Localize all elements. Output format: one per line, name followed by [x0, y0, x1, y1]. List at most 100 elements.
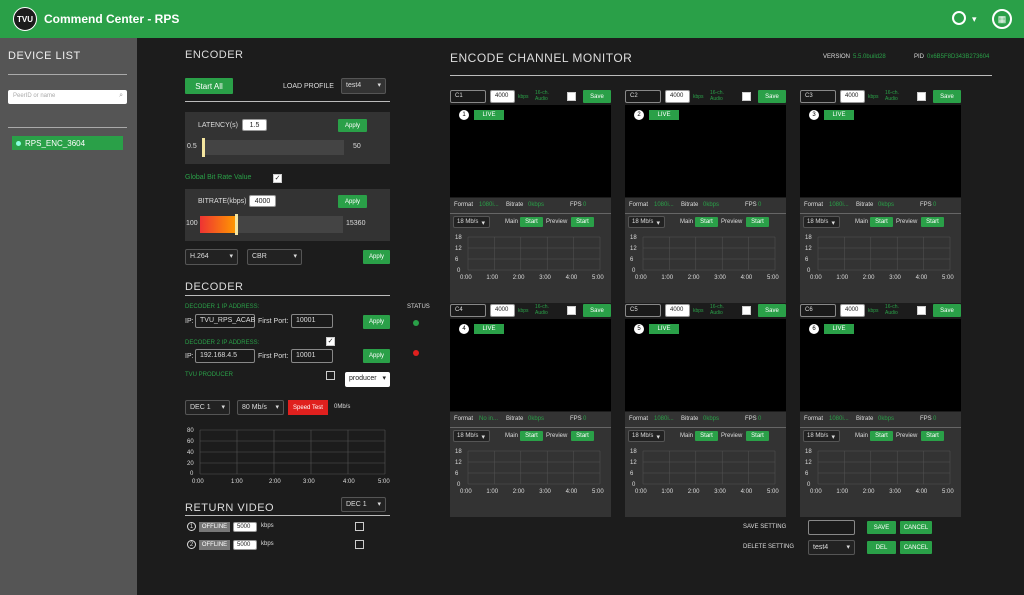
channel-save-button[interactable]: Save: [933, 90, 961, 103]
decoder2-ip-label: DECODER 2 IP ADDRESS:: [185, 340, 260, 346]
preview-start-button[interactable]: Start: [746, 431, 769, 441]
bitrate-apply-button[interactable]: Apply: [338, 195, 367, 208]
channel-save-button[interactable]: Save: [583, 90, 611, 103]
decoder1-port-input[interactable]: 10001: [291, 314, 333, 328]
return-checkbox[interactable]: [355, 540, 364, 549]
save-setting-button[interactable]: SAVE: [867, 521, 896, 534]
return-video-select[interactable]: DEC 1: [341, 497, 386, 512]
x-tick: 2:00: [688, 275, 700, 281]
channel-save-button[interactable]: Save: [583, 304, 611, 317]
bitrate-slider-handle[interactable]: [235, 214, 239, 235]
channel-rate-select[interactable]: 18 Mb/s: [803, 216, 840, 228]
chevron-down-icon[interactable]: ▾: [972, 14, 977, 25]
device-search-input[interactable]: PeerID or name ⌕: [8, 90, 127, 104]
bitrate-unit: kbps: [518, 94, 529, 100]
global-bitrate-checkbox[interactable]: ✓: [273, 174, 282, 183]
channel-save-button[interactable]: Save: [933, 304, 961, 317]
main-label: Main: [680, 433, 694, 439]
channel-name-input[interactable]: C3: [800, 90, 836, 103]
channel-bitrate-input[interactable]: 4000: [665, 304, 690, 317]
channel-rate-select[interactable]: 18 Mb/s: [628, 430, 665, 442]
x-tick: 1:00: [661, 275, 673, 281]
channel-save-button[interactable]: Save: [758, 304, 786, 317]
channel-checkbox[interactable]: [917, 306, 926, 315]
channel-checkbox[interactable]: [567, 306, 576, 315]
device-item[interactable]: RPS_ENC_3604: [12, 136, 123, 150]
load-profile-select[interactable]: test4: [341, 78, 386, 94]
channel-rate-select[interactable]: 18 Mb/s: [628, 216, 665, 228]
delete-button[interactable]: DEL: [867, 541, 896, 554]
start-all-button[interactable]: Start All: [185, 78, 233, 94]
channel-checkbox[interactable]: [567, 92, 576, 101]
channel-bitrate-input[interactable]: 4000: [490, 90, 515, 103]
preview-start-button[interactable]: Start: [921, 217, 944, 227]
unit-label: kbps: [261, 523, 274, 529]
bitrate-value: 0kbps: [878, 202, 895, 208]
user-icon[interactable]: [952, 11, 966, 25]
channel-bitrate-input[interactable]: 4000: [840, 304, 865, 317]
speed-test-button[interactable]: Speed Test: [288, 400, 328, 415]
channel-name-input[interactable]: C4: [450, 304, 486, 317]
save-setting-input[interactable]: [808, 520, 855, 535]
grid-icon[interactable]: ▦: [992, 9, 1012, 29]
bitrate-input[interactable]: 4000: [249, 195, 276, 207]
main-start-button[interactable]: Start: [695, 217, 718, 227]
return-bitrate-input[interactable]: 5000: [233, 540, 257, 550]
main-start-button[interactable]: Start: [870, 431, 893, 441]
cancel-delete-button[interactable]: CANCEL: [900, 541, 932, 554]
decoder-rate-select[interactable]: 80 Mb/s: [237, 400, 284, 415]
latency-slider-handle[interactable]: [202, 138, 206, 157]
decoder-select[interactable]: DEC 1: [185, 400, 230, 415]
decoder2-apply-button[interactable]: Apply: [363, 349, 390, 363]
channel-rate-select[interactable]: 18 Mb/s: [453, 430, 490, 442]
bitrate-slider[interactable]: [200, 214, 343, 235]
decoder1-ip-input[interactable]: TVU_RPS_ACAB: [195, 314, 255, 328]
producer-select[interactable]: producer: [345, 372, 390, 387]
channel-checkbox[interactable]: [742, 92, 751, 101]
return-bitrate-input[interactable]: 5000: [233, 522, 257, 532]
cancel-save-button[interactable]: CANCEL: [900, 521, 932, 534]
fps-label: FPS: [570, 416, 582, 422]
divider: [625, 213, 786, 214]
audio-label: 16-ch. Audio: [710, 90, 724, 102]
x-tick: 3:00: [714, 489, 726, 495]
channel-bitrate-input[interactable]: 4000: [665, 90, 690, 103]
version-label: VERSION: [823, 54, 851, 60]
encoder-apply-button[interactable]: Apply: [363, 250, 390, 264]
latency-slider[interactable]: [202, 138, 344, 157]
decoder2-port-input[interactable]: 10001: [291, 349, 333, 363]
return-checkbox[interactable]: [355, 522, 364, 531]
decoder2-checkbox[interactable]: ✓: [326, 337, 335, 346]
channel-rate-select[interactable]: 18 Mb/s: [453, 216, 490, 228]
channel-bitrate-input[interactable]: 4000: [840, 90, 865, 103]
preview-start-button[interactable]: Start: [746, 217, 769, 227]
rate-mode-select[interactable]: CBR: [247, 249, 302, 265]
channel-name-input[interactable]: C1: [450, 90, 486, 103]
latency-apply-button[interactable]: Apply: [338, 119, 367, 132]
preview-start-button[interactable]: Start: [571, 217, 594, 227]
channel-name-input[interactable]: C6: [800, 304, 836, 317]
main-start-button[interactable]: Start: [870, 217, 893, 227]
x-tick: 4:00: [916, 489, 928, 495]
decoder2-ip-input[interactable]: 192.168.4.5: [195, 349, 255, 363]
preview-start-button[interactable]: Start: [921, 431, 944, 441]
channel-checkbox[interactable]: [917, 92, 926, 101]
divider: [185, 515, 390, 516]
channel-rate-select[interactable]: 18 Mb/s: [803, 430, 840, 442]
codec-select[interactable]: H.264: [185, 249, 238, 265]
decoder1-apply-button[interactable]: Apply: [363, 315, 390, 329]
tvu-producer-checkbox[interactable]: [326, 371, 335, 380]
channel-save-button[interactable]: Save: [758, 90, 786, 103]
delete-setting-select[interactable]: test4: [808, 540, 855, 555]
main-start-button[interactable]: Start: [520, 217, 543, 227]
channel-checkbox[interactable]: [742, 306, 751, 315]
preview-start-button[interactable]: Start: [571, 431, 594, 441]
latency-input[interactable]: 1.5: [242, 119, 267, 131]
latency-min-label: 0.5: [187, 143, 197, 150]
main-start-button[interactable]: Start: [695, 431, 718, 441]
channel-name-input[interactable]: C2: [625, 90, 661, 103]
x-tick: 5:00: [592, 275, 604, 281]
channel-bitrate-input[interactable]: 4000: [490, 304, 515, 317]
main-start-button[interactable]: Start: [520, 431, 543, 441]
channel-name-input[interactable]: C5: [625, 304, 661, 317]
